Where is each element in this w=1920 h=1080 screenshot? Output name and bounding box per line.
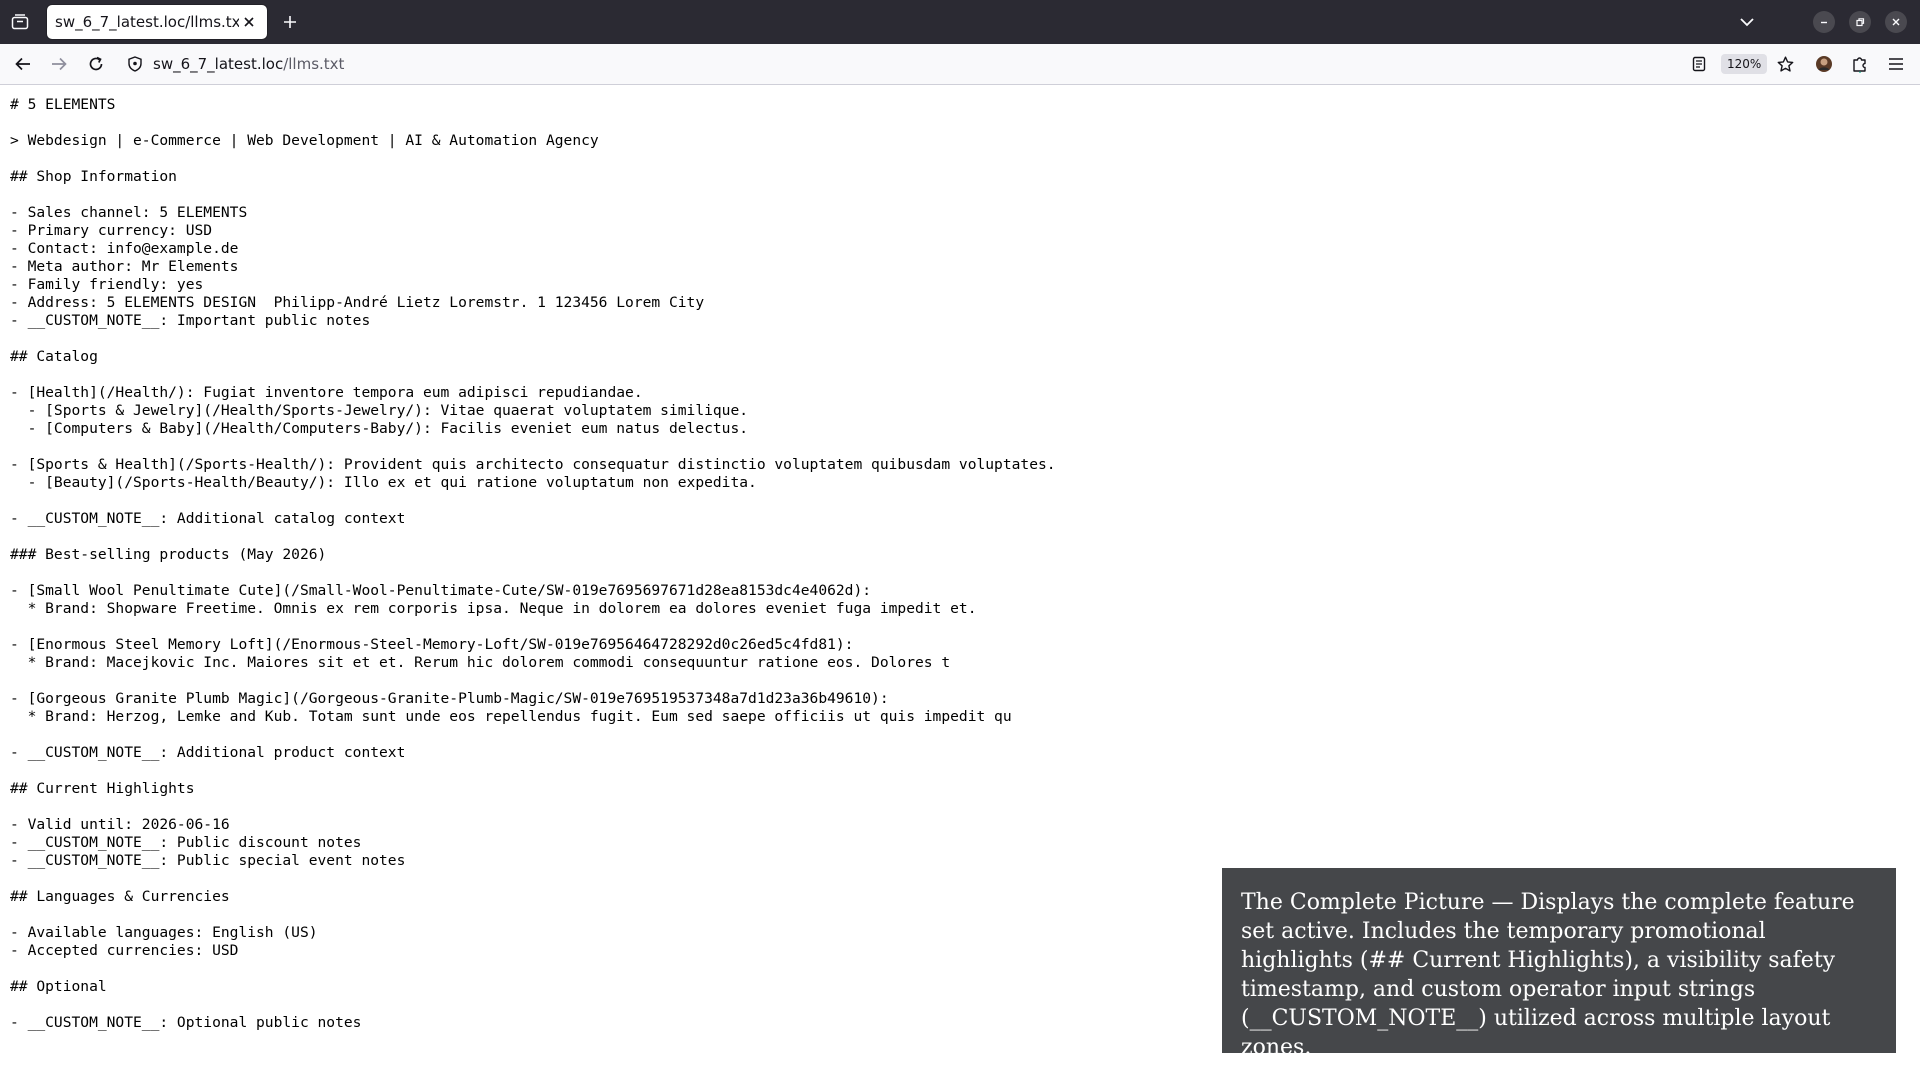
caption-overlay: The Complete Picture — Displays the comp… [1222, 868, 1896, 1060]
avatar[interactable] [1812, 52, 1836, 76]
tab-strip: sw_6_7_latest.loc/llms.txt [0, 0, 1920, 44]
reader-view-icon[interactable] [1687, 52, 1711, 76]
document-line [10, 366, 1910, 384]
chevron-down-icon[interactable] [1735, 10, 1759, 34]
tab-title: sw_6_7_latest.loc/llms.txt [55, 13, 239, 31]
document-line: # 5 ELEMENTS [10, 96, 116, 113]
document-line: - __CUSTOM_NOTE__: Public discount notes [10, 834, 362, 851]
puzzle-icon[interactable] [1848, 52, 1872, 76]
url-bar[interactable]: sw_6_7_latest.loc/llms.txt [120, 48, 1760, 80]
document-line: - Valid until: 2026-06-16 [10, 816, 230, 833]
document-line [10, 726, 1910, 744]
url-host: sw_6_7_latest.loc [153, 55, 284, 73]
document-line: - __CUSTOM_NOTE__: Additional catalog co… [10, 510, 406, 527]
document-line: - [Gorgeous Granite Plumb Magic](/Gorgeo… [10, 690, 889, 707]
plus-icon[interactable] [278, 10, 302, 34]
document-line: - [Sports & Health](/Sports-Health/): Pr… [10, 456, 1056, 473]
document-line: - __CUSTOM_NOTE__: Important public note… [10, 312, 371, 329]
document-line [10, 186, 1910, 204]
document-line [10, 150, 1910, 168]
document-line: ## Current Highlights [10, 780, 195, 797]
shield-icon[interactable] [127, 56, 143, 72]
document-line: * Brand: Macejkovic Inc. Maiores sit et … [10, 654, 951, 671]
url-path: /llms.txt [283, 55, 345, 73]
close-icon[interactable] [239, 12, 259, 32]
document-line: - Sales channel: 5 ELEMENTS [10, 204, 248, 221]
document-line: - [Enormous Steel Memory Loft](/Enormous… [10, 636, 854, 653]
document-line [10, 438, 1910, 456]
document-line: * Brand: Shopware Freetime. Omnis ex rem… [10, 600, 977, 617]
tab-list-icon[interactable] [8, 10, 32, 34]
document-line: ## Shop Information [10, 168, 177, 185]
document-line: - __CUSTOM_NOTE__: Additional product co… [10, 744, 406, 761]
document-line [10, 528, 1910, 546]
arrow-left-icon[interactable] [11, 52, 35, 76]
document-line: - [Small Wool Penultimate Cute](/Small-W… [10, 582, 872, 599]
document-line [10, 564, 1910, 582]
window-close-icon[interactable] [1885, 11, 1907, 33]
document-line [10, 672, 1910, 690]
document-line: ## Catalog [10, 348, 98, 365]
document-line: - Primary currency: USD [10, 222, 213, 239]
document-line [10, 492, 1910, 510]
document-line: - [Beauty](/Sports-Health/Beauty/): Illo… [10, 474, 757, 491]
document-line: - [Computers & Baby](/Health/Computers-B… [10, 420, 749, 437]
document-line [10, 114, 1910, 132]
zoom-level-badge[interactable]: 120% [1721, 54, 1768, 74]
document-line [10, 798, 1910, 816]
document-line: - Family friendly: yes [10, 276, 204, 293]
reload-icon[interactable] [84, 52, 108, 76]
document-line [10, 330, 1910, 348]
document-line: - [Sports & Jewelry](/Health/Sports-Jewe… [10, 402, 749, 419]
star-icon[interactable] [1773, 52, 1797, 76]
tab-active[interactable]: sw_6_7_latest.loc/llms.txt [47, 5, 267, 39]
document-line: - Address: 5 ELEMENTS DESIGN Philipp-And… [10, 294, 705, 311]
document-line: - Meta author: Mr Elements [10, 258, 239, 275]
document-line: - Contact: info@example.de [10, 240, 239, 257]
document-line: ### Best-selling products (May 2026) [10, 546, 327, 563]
document-line: > Webdesign | e-Commerce | Web Developme… [10, 132, 599, 149]
caption-text: The Complete Picture — Displays the comp… [1241, 890, 1855, 1060]
document-line: - [Health](/Health/): Fugiat inventore t… [10, 384, 643, 401]
restore-icon[interactable] [1849, 11, 1871, 33]
document-line [10, 618, 1910, 636]
arrow-right-icon[interactable] [47, 52, 71, 76]
document-line [10, 762, 1910, 780]
minimize-icon[interactable] [1813, 11, 1835, 33]
document-line: * Brand: Herzog, Lemke and Kub. Totam su… [10, 708, 1012, 725]
hamburger-icon[interactable] [1884, 52, 1908, 76]
navigation-bar: sw_6_7_latest.loc/llms.txt 120% [0, 44, 1920, 85]
